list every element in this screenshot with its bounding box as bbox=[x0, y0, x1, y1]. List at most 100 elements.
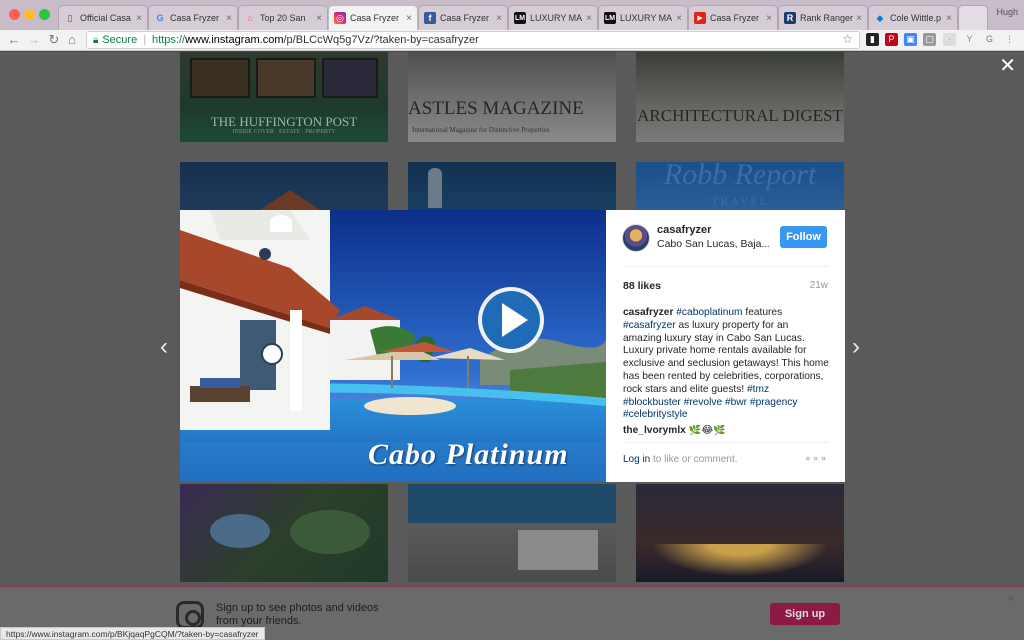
watermark-text: Cabo Platinum bbox=[368, 438, 569, 471]
magazine-subtitle: INSIDE COVER · ESTATE · PROPERTY bbox=[232, 129, 336, 135]
grid-post-thumbnail[interactable] bbox=[636, 484, 844, 582]
grid-post-thumbnail[interactable] bbox=[408, 162, 616, 212]
grid-post-thumbnail[interactable]: THE HUFFINGTON POST INSIDE COVER · ESTAT… bbox=[180, 52, 388, 142]
hashtag-link[interactable]: #pragency bbox=[750, 397, 798, 408]
browser-tab-active[interactable]: ◎ Casa Fryzer × bbox=[328, 5, 418, 30]
window-zoom-button[interactable] bbox=[39, 9, 50, 20]
tab-close-icon[interactable]: × bbox=[946, 13, 952, 24]
likes-count[interactable]: 88 likes bbox=[623, 280, 661, 292]
tab-close-icon[interactable]: × bbox=[766, 13, 772, 24]
comment: the_lvorymlx 🌿😂🌿 bbox=[623, 425, 829, 435]
caption-username-link[interactable]: casafryzer bbox=[623, 307, 673, 318]
comment-text: 🌿😂🌿 bbox=[688, 425, 726, 435]
lights-shape bbox=[636, 544, 844, 582]
tab-close-icon[interactable]: × bbox=[856, 13, 862, 24]
hashtag-link[interactable]: #celebritystyle bbox=[623, 409, 688, 420]
magazine-title: THE HUFFINGTON POST bbox=[210, 114, 358, 129]
tab-close-icon[interactable]: × bbox=[496, 13, 502, 24]
window-close-button[interactable] bbox=[9, 9, 20, 20]
tab-close-icon[interactable]: × bbox=[226, 13, 232, 24]
doc-icon: ▯ bbox=[67, 12, 73, 23]
lm-icon: LM bbox=[514, 12, 526, 24]
hashtag-link[interactable]: #blockbuster bbox=[623, 397, 681, 408]
follow-button[interactable]: Follow bbox=[780, 226, 827, 248]
username-link[interactable]: casafryzer bbox=[657, 224, 711, 236]
instagram-logo-icon bbox=[176, 601, 204, 629]
browser-tab[interactable]: ▶ Casa Fryzer × bbox=[688, 5, 778, 30]
browser-tab[interactable]: f Casa Fryzer × bbox=[418, 5, 508, 30]
tower-shape bbox=[428, 168, 442, 208]
extension-icon[interactable]: ▮ bbox=[866, 33, 879, 46]
lock-icon: 🔒︎ bbox=[93, 34, 99, 46]
tab-close-icon[interactable]: × bbox=[136, 13, 142, 24]
forward-arrow-icon[interactable]: → bbox=[26, 32, 42, 48]
grid-post-thumbnail[interactable] bbox=[180, 484, 388, 582]
next-post-chevron-icon[interactable]: › bbox=[852, 335, 860, 359]
extension-icon[interactable]: G bbox=[983, 33, 996, 46]
window-minimize-button[interactable] bbox=[24, 9, 35, 20]
grid-post-thumbnail[interactable]: ASTLES MAGAZINE International Magazine f… bbox=[408, 52, 616, 142]
browser-tab[interactable]: LM LUXURY MA × bbox=[598, 5, 688, 30]
extension-icon[interactable]: ▣ bbox=[904, 33, 917, 46]
browser-tab[interactable]: ◆ Cole Wittle.p × bbox=[868, 5, 958, 30]
post-timestamp[interactable]: 21w bbox=[810, 280, 828, 291]
facebook-icon: f bbox=[424, 12, 436, 24]
pinterest-icon[interactable]: P bbox=[885, 33, 898, 46]
browser-tab[interactable]: LM LUXURY MA × bbox=[508, 5, 598, 30]
address-bar[interactable]: 🔒︎ Secure | https://www.instagram.com/p/… bbox=[86, 31, 860, 49]
profile-name[interactable]: Hugh bbox=[996, 7, 1018, 17]
extension-icon[interactable]: Y bbox=[963, 33, 976, 46]
post-video[interactable]: Cabo Platinum bbox=[180, 210, 606, 482]
grid-post-thumbnail[interactable]: Robb Report TRAVEL bbox=[636, 162, 844, 212]
play-icon[interactable] bbox=[478, 287, 544, 353]
post-caption: casafryzer #caboplatinum features #casaf… bbox=[623, 307, 829, 422]
magazine-title: ARCHITECTURAL DIGEST bbox=[637, 106, 843, 125]
browser-tab-strip: ▯ Official Casa × G Casa Fryzer × ⌂ Top … bbox=[0, 0, 1024, 30]
hashtag-link[interactable]: #revolve bbox=[684, 397, 723, 408]
hashtag-link[interactable]: #casafryzer bbox=[623, 320, 676, 331]
bookmark-star-icon[interactable]: ☆ bbox=[842, 32, 853, 46]
avatar[interactable] bbox=[622, 224, 650, 252]
login-link[interactable]: Log in bbox=[623, 454, 650, 465]
magazine-subtitle: International Magazine for Distinctive P… bbox=[412, 126, 550, 134]
magazine-title: Robb Report bbox=[663, 162, 817, 191]
tab-label: Rank Ranger bbox=[800, 13, 854, 23]
modal-close-icon[interactable]: ✕ bbox=[999, 56, 1016, 76]
browser-tab[interactable]: ▯ Official Casa × bbox=[58, 5, 148, 30]
tab-label: Official Casa bbox=[80, 13, 131, 23]
location-link[interactable]: Cabo San Lucas, Baja... bbox=[657, 238, 769, 250]
grid-post-thumbnail[interactable]: ARCHITECTURAL DIGEST bbox=[636, 52, 844, 142]
separator: | bbox=[143, 34, 147, 46]
tab-close-icon[interactable]: × bbox=[406, 13, 412, 24]
instagram-icon: ◎ bbox=[334, 12, 346, 24]
more-options-icon[interactable]: ∘∘∘ bbox=[804, 452, 828, 465]
tab-label: Casa Fryzer bbox=[170, 13, 220, 23]
browser-tab[interactable]: G Casa Fryzer × bbox=[148, 5, 238, 30]
browser-tab[interactable]: ⌂ Top 20 San × bbox=[238, 5, 328, 30]
previous-post-chevron-icon[interactable]: ‹ bbox=[160, 335, 168, 359]
login-prompt: Log in to like or comment. bbox=[623, 454, 738, 465]
google-icon: G bbox=[156, 13, 164, 23]
tab-close-icon[interactable]: × bbox=[586, 13, 592, 24]
signup-button[interactable]: Sign up bbox=[770, 603, 840, 625]
hashtag-link[interactable]: #bwr bbox=[725, 397, 747, 408]
caption-text: features bbox=[742, 307, 783, 318]
back-arrow-icon[interactable]: ← bbox=[6, 32, 22, 48]
comment-username-link[interactable]: the_lvorymlx bbox=[623, 425, 686, 435]
grid-post-thumbnail[interactable] bbox=[180, 162, 388, 212]
tab-label: Cole Wittle.p bbox=[890, 13, 942, 23]
tab-close-icon[interactable]: × bbox=[676, 13, 682, 24]
menu-icon[interactable]: ⋮ bbox=[1003, 33, 1016, 46]
home-icon[interactable]: ⌂ bbox=[64, 32, 80, 48]
browser-tab[interactable]: R Rank Ranger × bbox=[778, 5, 868, 30]
extension-icon[interactable]: ▢ bbox=[923, 33, 936, 46]
hashtag-link[interactable]: #caboplatinum bbox=[676, 307, 742, 318]
hashtag-link[interactable]: #tmz bbox=[747, 384, 769, 395]
banner-close-icon[interactable]: × bbox=[1008, 593, 1014, 605]
reload-icon[interactable]: ↻ bbox=[46, 32, 62, 48]
extension-icon[interactable]: · bbox=[943, 33, 956, 46]
tab-close-icon[interactable]: × bbox=[316, 13, 322, 24]
new-tab-button[interactable] bbox=[958, 5, 988, 30]
grid-post-thumbnail[interactable] bbox=[408, 484, 616, 582]
tab-label: LUXURY MA bbox=[530, 13, 583, 23]
